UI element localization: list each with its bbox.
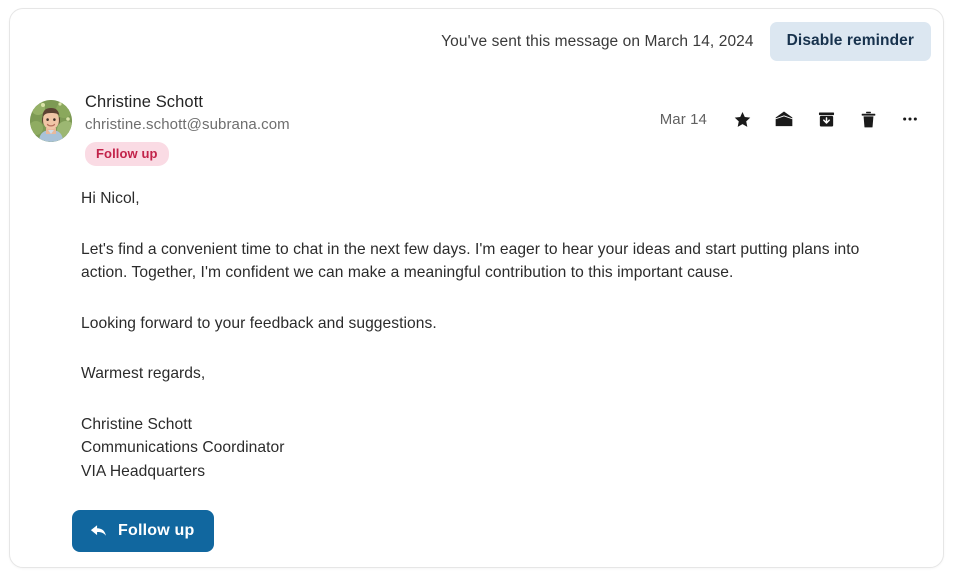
more-options-icon (903, 117, 917, 121)
sender-email: christine.schott@subrana.com (85, 116, 290, 133)
delete-button[interactable] (847, 104, 889, 134)
archive-icon (818, 112, 834, 126)
sender-name: Christine Schott (85, 93, 204, 111)
avatar-photo-icon (30, 100, 72, 142)
message-card: You've sent this message on March 14, 20… (9, 8, 944, 568)
message-date: Mar 14 (659, 110, 707, 128)
archive-button[interactable] (805, 104, 847, 134)
reminder-bar: You've sent this message on March 14, 20… (441, 22, 931, 61)
sender-row: Christine Schott christine.schott@subran… (30, 91, 931, 166)
sender-info: Christine Schott christine.schott@subran… (85, 91, 290, 166)
star-icon (734, 111, 750, 127)
body-greeting: Hi Nicol, (81, 190, 140, 207)
email-body: Hi Nicol, Let's find a convenient time t… (81, 187, 899, 483)
mark-unread-button[interactable] (763, 104, 805, 134)
avatar[interactable] (30, 100, 72, 142)
disable-reminder-button[interactable]: Disable reminder (769, 22, 931, 61)
header-actions: Mar 14 (660, 104, 931, 134)
follow-up-button[interactable]: Follow up (72, 510, 215, 552)
follow-up-badge: Follow up (85, 142, 169, 166)
star-button[interactable] (721, 104, 763, 134)
body-closing: Warmest regards, (81, 365, 206, 382)
signature-org: VIA Headquarters (81, 462, 206, 480)
body-paragraph-2: Looking forward to your feedback and sug… (81, 314, 437, 332)
trash-icon (861, 111, 875, 127)
signature-title: Communications Coordinator (81, 439, 285, 456)
reply-arrow-icon (90, 525, 106, 536)
signature-name: Christine Schott (81, 415, 193, 433)
reminder-text: You've sent this message on March 14, 20… (441, 32, 754, 50)
open-envelope-icon (775, 111, 793, 127)
follow-up-button-label: Follow up (118, 521, 195, 539)
body-paragraph-1: Let's find a convenient time to chat in … (81, 240, 860, 282)
more-options-button[interactable] (889, 104, 931, 134)
